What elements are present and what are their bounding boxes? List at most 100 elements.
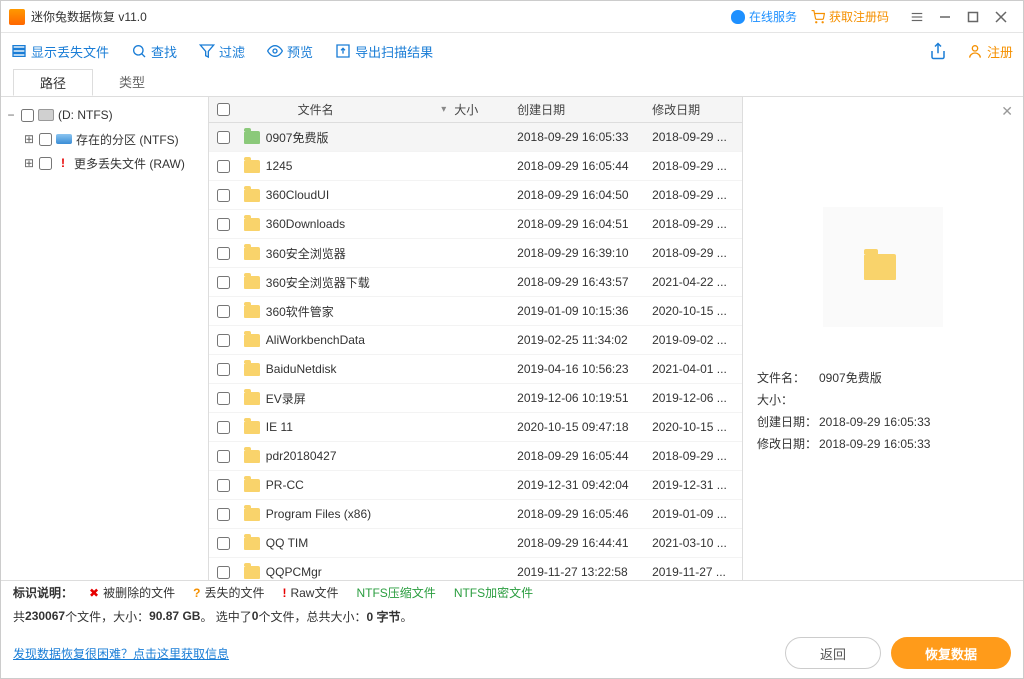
row-checkbox[interactable] [217,450,230,463]
tree-partition-checkbox[interactable] [39,133,52,146]
file-modified: 2018-09-29 ... [652,188,742,202]
help-link[interactable]: 发现数据恢复很困难？点击这里获取信息 [13,645,229,662]
minimize-button[interactable] [931,5,959,29]
file-modified: 2018-09-29 ... [652,449,742,463]
folder-icon [244,392,260,405]
table-row[interactable]: 12452018-09-29 16:05:442018-09-29 ... [209,152,742,181]
share-icon[interactable] [929,42,947,60]
legend-deleted: ✖被删除的文件 [89,584,175,601]
find-button[interactable]: 查找 [131,42,177,61]
row-checkbox[interactable] [217,537,230,550]
table-row[interactable]: BaiduNetdisk2019-04-16 10:56:232021-04-0… [209,355,742,384]
tree-lost-files[interactable]: ⊞ ! 更多丢失文件 (RAW) [5,151,204,175]
maximize-button[interactable] [959,5,987,29]
file-list-body[interactable]: 0907免费版2018-09-29 16:05:332018-09-29 ...… [209,123,742,580]
drive-icon [38,109,54,121]
row-checkbox[interactable] [217,247,230,260]
table-row[interactable]: QQ TIM2018-09-29 16:44:412021-03-10 ... [209,529,742,558]
warning-icon: ! [56,156,70,170]
legend-bar: 标识说明： ✖被删除的文件 ?丢失的文件 !Raw文件 NTFS压缩文件 NTF… [1,580,1023,604]
show-lost-files-button[interactable]: 显示丢失文件 [11,42,109,61]
column-modified[interactable]: 修改日期 [652,101,742,118]
file-created: 2019-12-31 09:42:04 [517,478,652,492]
file-list: 文件名▾ 大小 创建日期 修改日期 0907免费版2018-09-29 16:0… [209,97,743,580]
tree-panel: − (D: NTFS) ⊞ 存在的分区 (NTFS) ⊞ ! 更多丢失文件 (R… [1,97,209,580]
file-modified: 2021-03-10 ... [652,536,742,550]
online-service-link[interactable]: 在线服务 [731,8,797,25]
close-preview-button[interactable]: ✕ [1001,103,1013,120]
sort-desc-icon: ▾ [441,104,446,115]
get-register-code-label: 获取注册码 [829,8,889,25]
row-checkbox[interactable] [217,392,230,405]
row-checkbox[interactable] [217,508,230,521]
file-created: 2018-09-29 16:04:51 [517,217,652,231]
table-row[interactable]: 360安全浏览器下载2018-09-29 16:43:572021-04-22 … [209,268,742,297]
table-row[interactable]: PR-CC2019-12-31 09:42:042019-12-31 ... [209,471,742,500]
tree-lost-checkbox[interactable] [39,157,52,170]
expand-icon[interactable]: ⊞ [23,132,35,146]
register-button[interactable]: 注册 [967,42,1013,61]
table-row[interactable]: 360CloudUI2018-09-29 16:04:502018-09-29 … [209,181,742,210]
row-checkbox[interactable] [217,363,230,376]
tabs: 路径 类型 [1,69,1023,97]
file-name: 360软件管家 [266,303,334,320]
table-row[interactable]: 360Downloads2018-09-29 16:04:512018-09-2… [209,210,742,239]
column-name[interactable]: 文件名▾ [238,101,454,118]
table-row[interactable]: QQPCMgr2019-11-27 13:22:582019-11-27 ... [209,558,742,580]
file-modified: 2021-04-22 ... [652,275,742,289]
folder-icon [244,537,260,550]
table-row[interactable]: IE 112020-10-15 09:47:182020-10-15 ... [209,413,742,442]
close-button[interactable] [987,5,1015,29]
tree-partition[interactable]: ⊞ 存在的分区 (NTFS) [5,127,204,151]
file-created: 2019-02-25 11:34:02 [517,333,652,347]
row-checkbox[interactable] [217,131,230,144]
column-created[interactable]: 创建日期 [517,101,652,118]
row-checkbox[interactable] [217,160,230,173]
penguin-icon [731,10,745,24]
table-row[interactable]: 0907免费版2018-09-29 16:05:332018-09-29 ... [209,123,742,152]
row-checkbox[interactable] [217,305,230,318]
table-row[interactable]: 360安全浏览器2018-09-29 16:39:102018-09-29 ..… [209,239,742,268]
legend-title: 标识说明： [13,584,73,601]
row-checkbox[interactable] [217,189,230,202]
row-checkbox[interactable] [217,218,230,231]
table-row[interactable]: pdr201804272018-09-29 16:05:442018-09-29… [209,442,742,471]
export-results-button[interactable]: 导出扫描结果 [335,42,433,61]
table-row[interactable]: Program Files (x86)2018-09-29 16:05:4620… [209,500,742,529]
main: − (D: NTFS) ⊞ 存在的分区 (NTFS) ⊞ ! 更多丢失文件 (R… [1,97,1023,580]
file-modified: 2020-10-15 ... [652,304,742,318]
tab-path[interactable]: 路径 [13,69,93,96]
folder-icon [244,508,260,521]
table-row[interactable]: EV录屏2019-12-06 10:19:512019-12-06 ... [209,384,742,413]
row-checkbox[interactable] [217,479,230,492]
table-row[interactable]: 360软件管家2019-01-09 10:15:362020-10-15 ... [209,297,742,326]
table-row[interactable]: AliWorkbenchData2019-02-25 11:34:022019-… [209,326,742,355]
collapse-icon[interactable]: − [5,108,17,122]
back-button[interactable]: 返回 [785,637,881,669]
get-register-code-link[interactable]: 获取注册码 [811,8,889,25]
folder-icon [244,131,260,144]
tree-root[interactable]: − (D: NTFS) [5,103,204,127]
expand-icon[interactable]: ⊞ [23,156,35,170]
column-size[interactable]: 大小 [454,101,517,118]
row-checkbox[interactable] [217,421,230,434]
file-name: QQPCMgr [266,565,322,579]
file-name: PR-CC [266,478,304,492]
file-modified: 2019-12-06 ... [652,391,742,405]
tab-type[interactable]: 类型 [93,69,171,96]
menu-button[interactable] [903,5,931,29]
filter-button[interactable]: 过滤 [199,42,245,61]
recover-button[interactable]: 恢复数据 [891,637,1011,669]
row-checkbox[interactable] [217,276,230,289]
file-name: 360CloudUI [266,188,329,202]
cart-icon [811,10,825,24]
row-checkbox[interactable] [217,566,230,579]
preview-button[interactable]: 预览 [267,42,313,61]
tree-root-checkbox[interactable] [21,109,34,122]
search-icon [131,43,147,59]
folder-icon [244,363,260,376]
row-checkbox[interactable] [217,334,230,347]
app-title: 迷你兔数据恢复 v11.0 [31,8,147,25]
file-name: 360安全浏览器下载 [266,274,370,291]
select-all-checkbox[interactable] [217,103,230,116]
